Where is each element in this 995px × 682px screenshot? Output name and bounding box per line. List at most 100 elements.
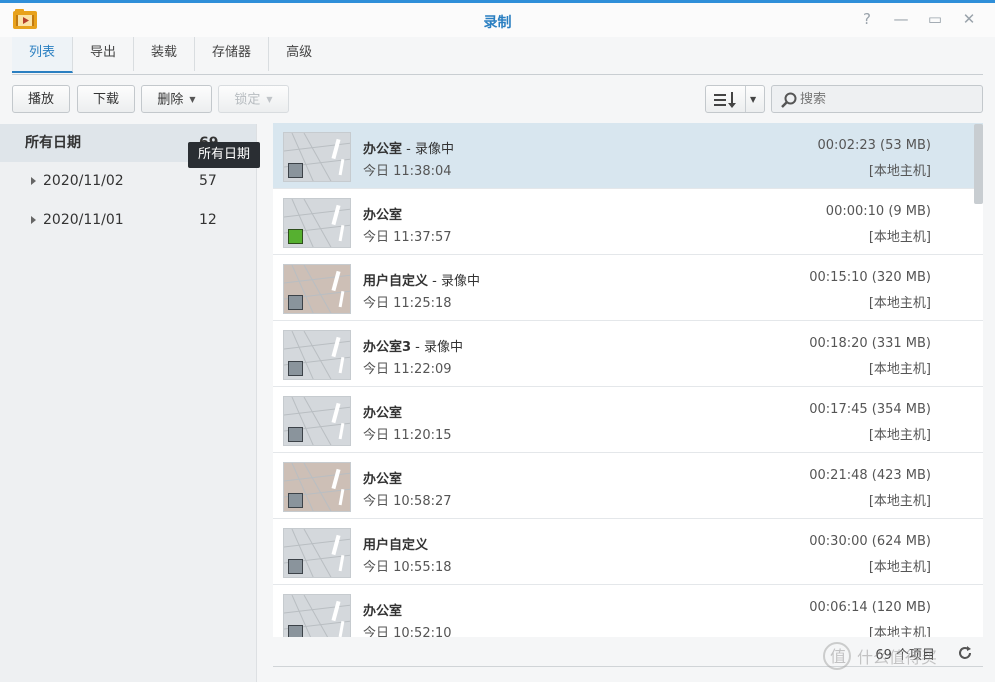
recording-time: 今日 11:20:15: [363, 428, 452, 443]
select-checkbox[interactable]: [288, 625, 303, 637]
lock-dropdown-button[interactable]: 锁定 ▼: [218, 85, 289, 113]
camera-thumbnail: [283, 264, 351, 314]
recording-row[interactable]: 办公室3 - 录像中今日 11:22:09 00:18:20 (331 MB) [本…: [273, 321, 983, 387]
camera-name: 办公室3: [363, 340, 412, 355]
recording-row[interactable]: 用户自定义今日 10:55:18 00:30:00 (624 MB) [本地主机]: [273, 519, 983, 585]
recording-time: 今日 10:58:27: [363, 494, 452, 509]
chevron-down-icon: ▼: [189, 95, 196, 104]
recording-duration: 00:06:14 (120 MB): [809, 600, 931, 615]
camera-name: 办公室: [363, 208, 403, 223]
download-button[interactable]: 下载: [77, 85, 135, 113]
expand-arrow-icon[interactable]: [31, 216, 36, 224]
recording-name: 用户自定义 - 录像中: [363, 270, 480, 289]
select-checkbox[interactable]: [288, 163, 303, 178]
recording-time: 今日 11:22:09: [363, 362, 452, 377]
recording-host: [本地主机]: [868, 362, 931, 377]
recording-name: 办公室3 - 录像中: [363, 336, 463, 355]
recording-duration: 00:02:23 (53 MB): [817, 138, 931, 153]
recording-duration: 00:18:20 (331 MB): [809, 336, 931, 351]
select-checkbox[interactable]: [288, 229, 303, 244]
title-bar: 录制 ? — ▭ ✕: [0, 3, 995, 37]
recording-time: 今日 11:25:18: [363, 296, 452, 311]
camera-thumbnail: [283, 330, 351, 380]
recording-window: 录制 ? — ▭ ✕ 列表 导出 装载 存储器 高级 播放 下载 删除 ▼ 锁定 ▼: [0, 0, 995, 682]
tab-list[interactable]: 列表: [12, 37, 74, 73]
recording-status: - 录像中: [411, 340, 464, 355]
select-checkbox[interactable]: [288, 295, 303, 310]
play-button-label: 播放: [27, 92, 54, 107]
recording-time: 今日 10:52:10: [363, 626, 452, 637]
recording-host: [本地主机]: [868, 560, 931, 575]
date-sidebar: 所有日期 69 2020/11/02 57 2020/11/01 12: [0, 124, 257, 682]
sidebar-item-2020-11-01[interactable]: 2020/11/01 12: [0, 201, 256, 239]
recording-row[interactable]: 用户自定义 - 录像中今日 11:25:18 00:15:10 (320 MB) […: [273, 255, 983, 321]
chevron-down-icon[interactable]: ▼: [750, 86, 756, 114]
recording-row[interactable]: 办公室今日 10:52:10 00:06:14 (120 MB) [本地主机]: [273, 585, 983, 637]
tab-storage[interactable]: 存储器: [195, 37, 270, 71]
tab-export[interactable]: 导出: [73, 37, 135, 71]
camera-thumbnail: [283, 462, 351, 512]
recording-host: [本地主机]: [868, 164, 931, 179]
tab-divider: [12, 74, 983, 75]
camera-thumbnail: [283, 594, 351, 637]
camera-thumbnail: [283, 198, 351, 248]
sidebar-item-label: 2020/11/01: [43, 212, 124, 228]
recording-name: 办公室 - 录像中: [363, 138, 454, 157]
svg-text:值: 值: [830, 647, 846, 666]
camera-name: 办公室: [363, 472, 403, 487]
camera-name: 办公室: [363, 406, 403, 421]
sidebar-item-label: 2020/11/02: [43, 173, 124, 189]
select-checkbox[interactable]: [288, 559, 303, 574]
window-title: 录制: [483, 15, 512, 31]
recording-row[interactable]: 办公室今日 10:58:27 00:21:48 (423 MB) [本地主机]: [273, 453, 983, 519]
expand-arrow-icon[interactable]: [31, 177, 36, 185]
recording-name: 办公室: [363, 468, 402, 487]
select-checkbox[interactable]: [288, 361, 303, 376]
recording-time: 今日 11:38:04: [363, 164, 452, 179]
select-checkbox[interactable]: [288, 493, 303, 508]
play-button[interactable]: 播放: [12, 85, 70, 113]
recording-name: 办公室: [363, 204, 402, 223]
recording-status: - 录像中: [402, 142, 454, 157]
recording-host: [本地主机]: [868, 626, 931, 637]
recording-host: [本地主机]: [868, 296, 931, 311]
minimize-icon[interactable]: —: [891, 9, 911, 29]
close-icon[interactable]: ✕: [959, 9, 979, 29]
recording-row[interactable]: 办公室 - 录像中今日 11:38:04 00:02:23 (53 MB) [本地主…: [273, 123, 983, 189]
search-box[interactable]: [771, 85, 983, 113]
recording-row[interactable]: 办公室 今日 11:37:57 00:00:10 (9 MB) [本地主机]: [273, 189, 983, 255]
list-scrollbar[interactable]: [974, 124, 983, 204]
sidebar-item-count: 12: [199, 212, 217, 228]
recording-list: 办公室 - 录像中 今日 11:38:04 00:02:23 (53 MB) [本地主…: [273, 123, 983, 637]
watermark-logo: 值 什么值得买: [823, 642, 937, 670]
camera-thumbnail: [283, 132, 351, 182]
recording-duration: 00:15:10 (320 MB): [809, 270, 931, 285]
sidebar-item-label: 所有日期: [25, 135, 81, 151]
recording-duration: 00:21:48 (423 MB): [809, 468, 931, 483]
recording-name: 办公室: [363, 600, 402, 619]
tab-bar: 列表 导出 装载 存储器 高级: [12, 37, 329, 75]
search-icon: [781, 92, 797, 108]
camera-thumbnail: [283, 396, 351, 446]
recording-duration: 00:30:00 (624 MB): [809, 534, 931, 549]
camera-name: 用户自定义: [363, 274, 429, 289]
tab-mount[interactable]: 装载: [134, 37, 196, 71]
sort-icon: [714, 92, 736, 108]
camera-name: 用户自定义: [363, 538, 429, 553]
sort-button[interactable]: ▼: [705, 85, 765, 113]
help-icon[interactable]: ?: [857, 9, 877, 29]
recording-host: [本地主机]: [868, 230, 931, 245]
maximize-icon[interactable]: ▭: [925, 9, 945, 29]
download-button-label: 下载: [92, 92, 119, 107]
recording-host: [本地主机]: [868, 428, 931, 443]
recording-name: 用户自定义: [363, 534, 428, 553]
recording-time: 今日 10:55:18: [363, 560, 452, 575]
delete-dropdown-button[interactable]: 删除 ▼: [141, 85, 212, 113]
tooltip: 所有日期: [188, 142, 261, 168]
tab-advanced[interactable]: 高级: [269, 37, 329, 71]
recording-row[interactable]: 办公室今日 11:20:15 00:17:45 (354 MB) [本地主机]: [273, 387, 983, 453]
recording-duration: 00:17:45 (354 MB): [809, 402, 931, 417]
recording-host: [本地主机]: [868, 494, 931, 509]
select-checkbox[interactable]: [288, 427, 303, 442]
search-input[interactable]: [800, 89, 970, 109]
